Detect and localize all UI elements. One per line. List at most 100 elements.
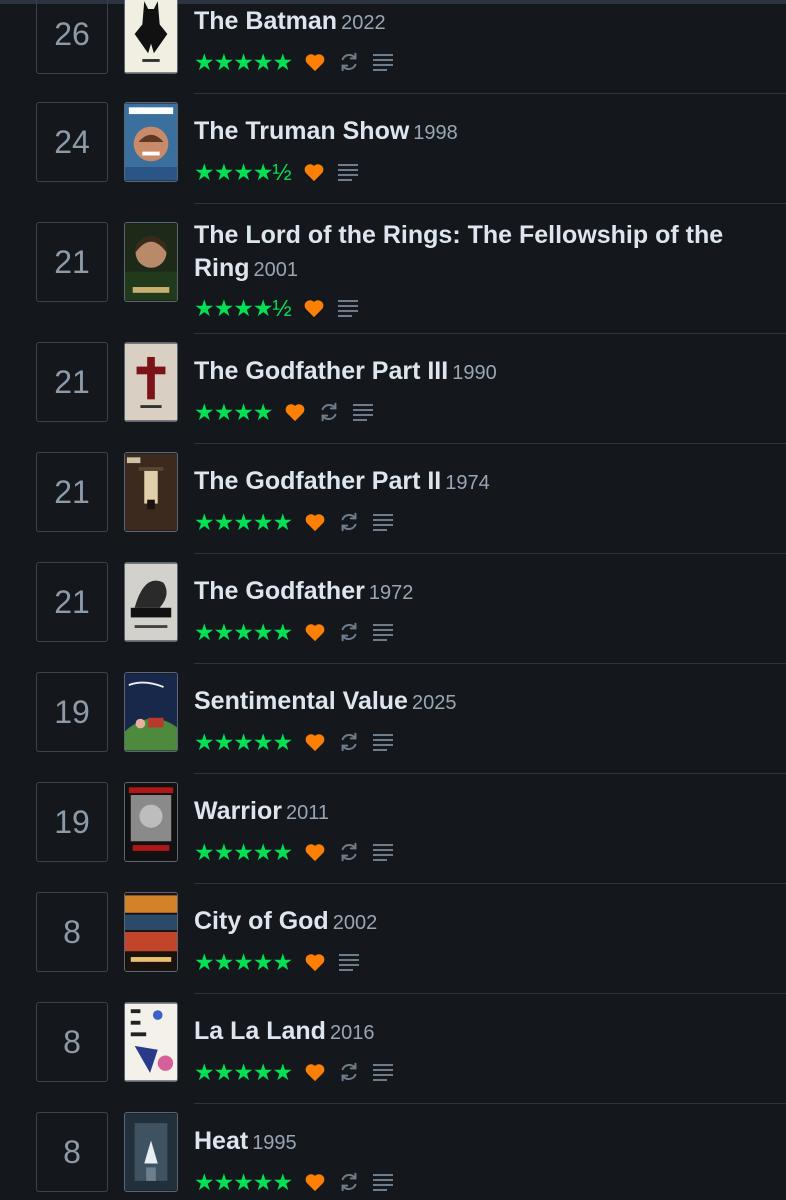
star-rating: ★★★★½ (194, 295, 292, 321)
row-divider (194, 993, 786, 994)
star-rating: ★★★★★ (194, 949, 293, 975)
film-title-line: La La Land 2016 (194, 1015, 754, 1050)
review-icon[interactable] (372, 512, 394, 532)
film-poster[interactable] (124, 102, 178, 182)
film-poster[interactable] (124, 892, 178, 972)
film-title[interactable]: Heat (194, 1127, 248, 1155)
day-number[interactable]: 21 (36, 342, 108, 422)
row-divider (194, 203, 786, 204)
row-divider (194, 663, 786, 664)
film-poster[interactable] (124, 452, 178, 532)
film-poster[interactable] (124, 562, 178, 642)
row-divider (194, 1103, 786, 1104)
film-year[interactable]: 2002 (333, 912, 378, 934)
rewatch-icon (338, 621, 360, 643)
film-poster[interactable] (124, 342, 178, 422)
film-title[interactable]: The Batman (194, 7, 337, 35)
row-divider (194, 333, 786, 334)
film-title[interactable]: Sentimental Value (194, 687, 408, 715)
review-icon[interactable] (372, 732, 394, 752)
review-icon[interactable] (372, 842, 394, 862)
review-icon[interactable] (337, 162, 359, 182)
film-year[interactable]: 1995 (252, 1132, 297, 1154)
heart-icon (304, 732, 326, 752)
film-title-line: The Godfather 1972 (194, 575, 754, 610)
film-poster[interactable] (124, 1002, 178, 1082)
day-number[interactable]: 21 (36, 562, 108, 642)
entry-meta: ★★★★★ (194, 730, 394, 754)
heart-icon (304, 52, 326, 72)
review-icon[interactable] (372, 1172, 394, 1192)
review-icon[interactable] (372, 1062, 394, 1082)
heart-icon (304, 622, 326, 642)
entry-meta: ★★★★★ (194, 50, 394, 74)
star-rating: ★★★★★ (194, 729, 293, 755)
heart-icon (304, 512, 326, 532)
heart-icon (303, 298, 325, 318)
entry-meta: ★★★★★ (194, 950, 360, 974)
heart-icon (304, 1172, 326, 1192)
film-year[interactable]: 2016 (330, 1022, 375, 1044)
star-rating: ★★★★★ (194, 1169, 293, 1195)
rewatch-icon (338, 511, 360, 533)
film-title-line: Heat 1995 (194, 1125, 754, 1160)
day-number[interactable]: 21 (36, 222, 108, 302)
film-title[interactable]: Warrior (194, 797, 282, 825)
entry-meta: ★★★★★ (194, 1170, 394, 1194)
film-title[interactable]: City of God (194, 907, 329, 935)
film-title-line: The Batman 2022 (194, 5, 754, 40)
rewatch-icon (318, 401, 340, 423)
day-number[interactable]: 19 (36, 782, 108, 862)
heart-icon (304, 842, 326, 862)
day-number[interactable]: 19 (36, 672, 108, 752)
day-number[interactable]: 26 (36, 0, 108, 74)
star-rating: ★★★★★ (194, 1059, 293, 1085)
row-divider (194, 443, 786, 444)
row-divider (194, 553, 786, 554)
film-title-line: The Godfather Part II 1974 (194, 465, 754, 500)
film-title[interactable]: La La Land (194, 1017, 326, 1045)
film-title-line: Warrior 2011 (194, 795, 754, 830)
rewatch-icon (338, 1061, 360, 1083)
film-year[interactable]: 1998 (413, 122, 458, 144)
film-year[interactable]: 1990 (452, 362, 497, 384)
film-title-line: City of God 2002 (194, 905, 754, 940)
film-year[interactable]: 2011 (286, 802, 329, 824)
film-year[interactable]: 1974 (445, 472, 490, 494)
day-number[interactable]: 8 (36, 1002, 108, 1082)
film-poster[interactable] (124, 672, 178, 752)
entry-meta: ★★★★½ (194, 296, 359, 320)
film-poster[interactable] (124, 1112, 178, 1192)
day-number[interactable]: 8 (36, 892, 108, 972)
review-icon[interactable] (352, 402, 374, 422)
film-title[interactable]: The Godfather Part II (194, 467, 441, 495)
star-rating: ★★★★½ (194, 159, 292, 185)
film-poster[interactable] (124, 222, 178, 302)
review-icon[interactable] (372, 52, 394, 72)
entry-meta: ★★★★★ (194, 510, 394, 534)
film-title[interactable]: The Godfather Part III (194, 357, 448, 385)
film-year[interactable]: 2022 (341, 12, 386, 34)
star-rating: ★★★★★ (194, 839, 293, 865)
day-number[interactable]: 21 (36, 452, 108, 532)
review-icon[interactable] (338, 952, 360, 972)
row-divider (194, 883, 786, 884)
day-number[interactable]: 24 (36, 102, 108, 182)
row-divider (194, 773, 786, 774)
film-poster[interactable] (124, 0, 178, 74)
row-divider (194, 93, 786, 94)
film-year[interactable]: 2025 (412, 692, 457, 714)
film-poster[interactable] (124, 782, 178, 862)
star-rating: ★★★★★ (194, 619, 293, 645)
entry-meta: ★★★★★ (194, 1060, 394, 1084)
film-year[interactable]: 1972 (369, 582, 414, 604)
film-year[interactable]: 2001 (254, 259, 299, 281)
star-rating: ★★★★★ (194, 509, 293, 535)
day-number[interactable]: 8 (36, 1112, 108, 1192)
review-icon[interactable] (337, 298, 359, 318)
heart-icon (284, 402, 306, 422)
film-title-line: The Truman Show 1998 (194, 115, 754, 150)
review-icon[interactable] (372, 622, 394, 642)
film-title[interactable]: The Godfather (194, 577, 365, 605)
film-title[interactable]: The Truman Show (194, 117, 409, 145)
